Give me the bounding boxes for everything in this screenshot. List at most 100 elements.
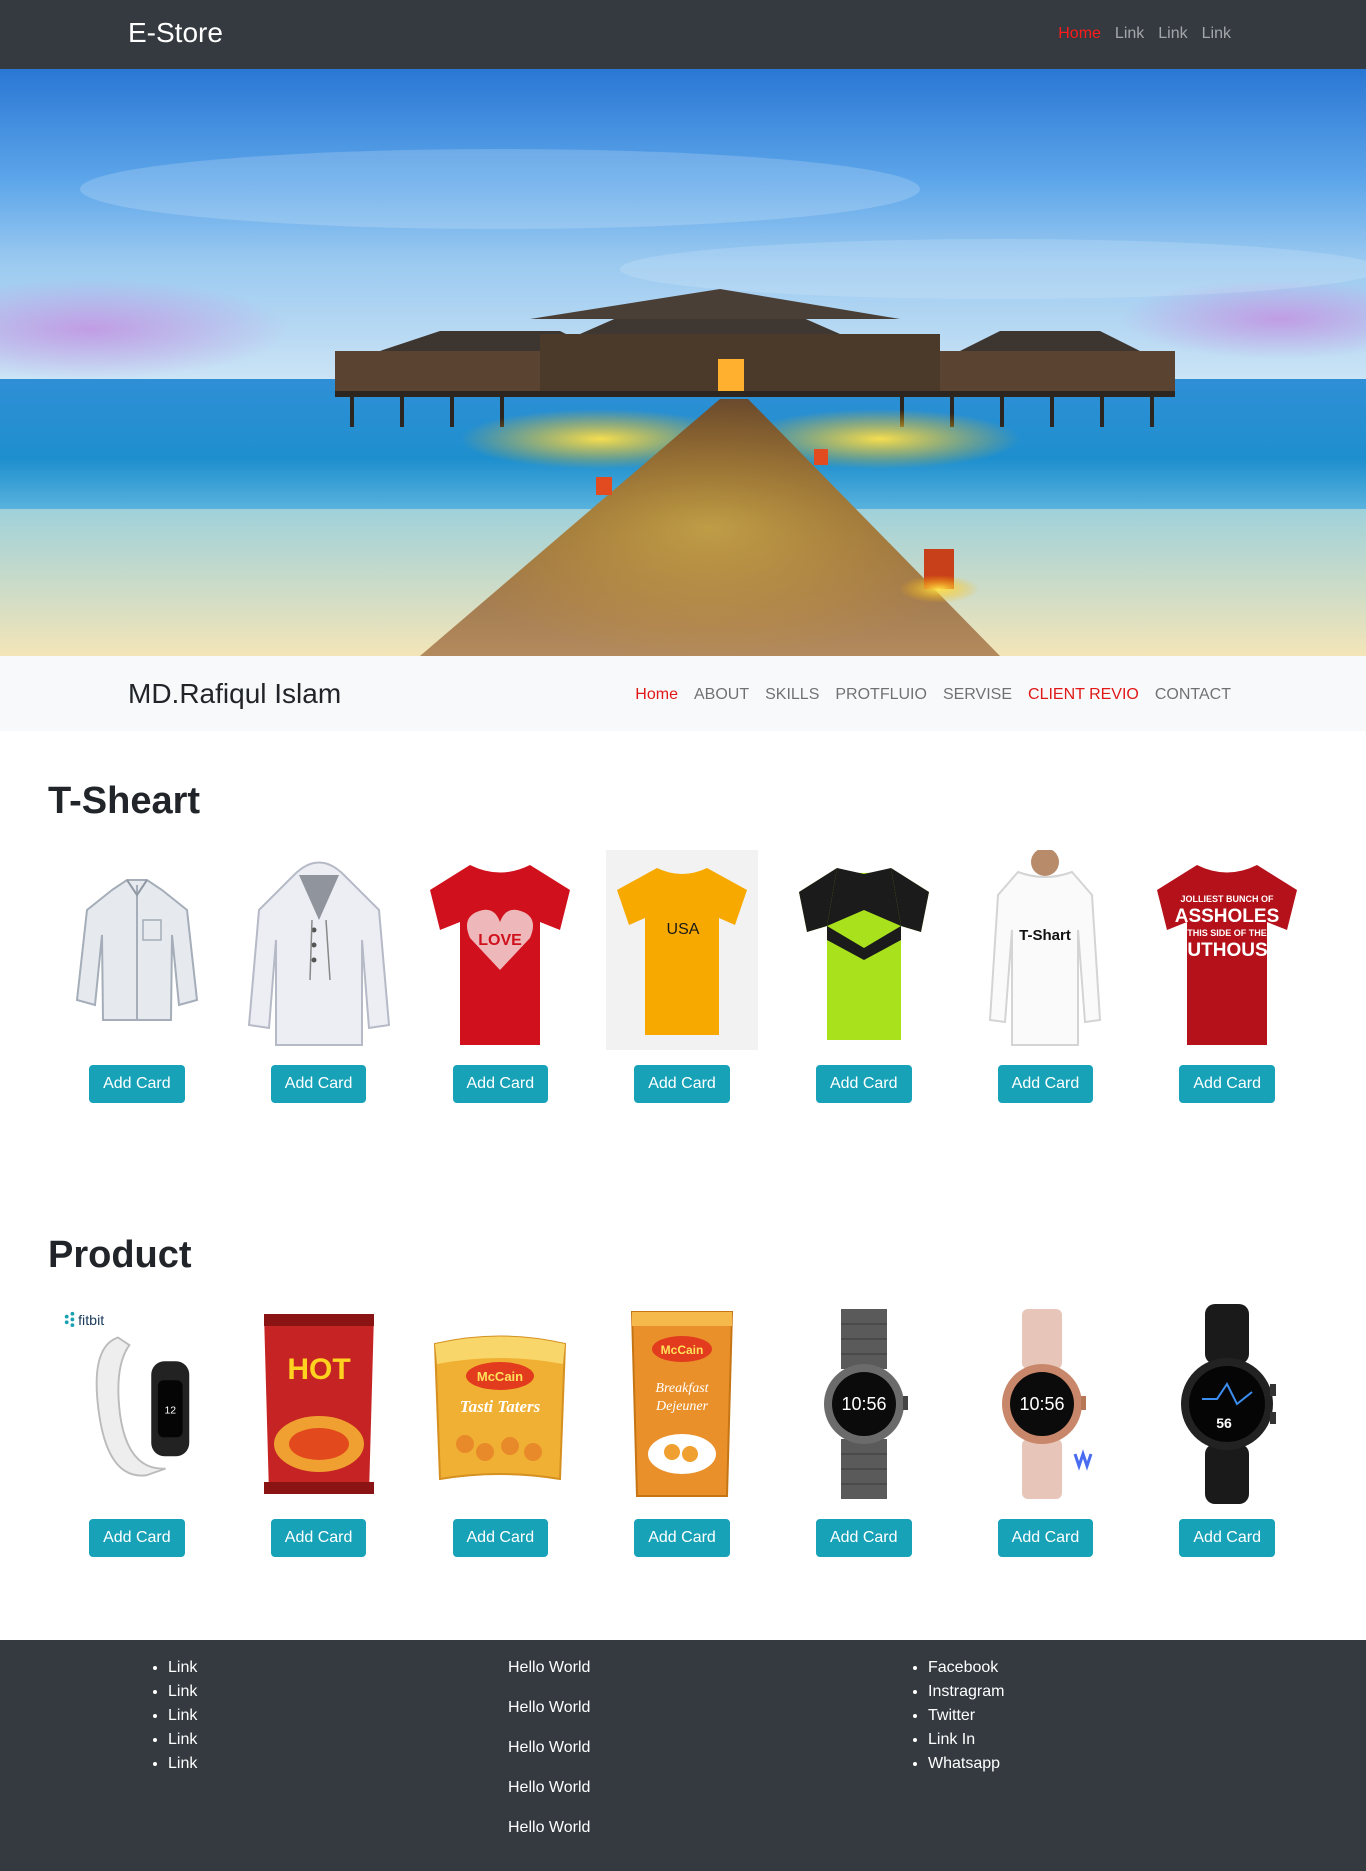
svg-text:LOVE: LOVE bbox=[479, 932, 523, 949]
product-card: JOLLIEST BUNCH OF ASSHOLES THIS SIDE OF … bbox=[1136, 850, 1318, 1103]
product-card: McCain Breakfast Dejeuner Add Card bbox=[591, 1304, 773, 1557]
product-card: T-Shart Add Card bbox=[955, 850, 1137, 1103]
product-card: Add Card bbox=[46, 850, 228, 1103]
nav-service[interactable]: SERVISE bbox=[943, 686, 1012, 704]
add-card-button[interactable]: Add Card bbox=[270, 1065, 367, 1103]
product-card: Add Card bbox=[773, 850, 955, 1103]
footer-text: Hello World bbox=[508, 1779, 591, 1796]
add-card-button[interactable]: Add Card bbox=[997, 1519, 1094, 1557]
svg-text:12: 12 bbox=[164, 1406, 176, 1417]
product-card: USA Add Card bbox=[591, 850, 773, 1103]
product-image-white-hoodie bbox=[243, 850, 395, 1050]
nav-portfolio[interactable]: PROTFLUIO bbox=[835, 686, 927, 704]
nav-about[interactable]: ABOUT bbox=[694, 686, 749, 704]
footer-link[interactable]: Link bbox=[168, 1752, 197, 1776]
add-card-button[interactable]: Add Card bbox=[89, 1065, 185, 1103]
product-card: 56 Add Card bbox=[1136, 1304, 1318, 1557]
product-card: McCain Tasti Taters Add Card bbox=[409, 1304, 591, 1557]
footer-link-twitter[interactable]: Twitter bbox=[928, 1704, 1004, 1728]
top-nav-links: Home Link Link Link bbox=[1058, 25, 1231, 43]
footer-link-facebook[interactable]: Facebook bbox=[928, 1656, 1004, 1680]
product-image-hot-chips-bag: HOT bbox=[243, 1304, 395, 1504]
secondary-nav-links: Home ABOUT SKILLS PROTFLUIO SERVISE CLIE… bbox=[635, 686, 1231, 704]
product-card: 10:56 Add Card bbox=[773, 1304, 955, 1557]
footer-link[interactable]: Link bbox=[168, 1704, 197, 1728]
svg-text:JOLLIEST BUNCH OF: JOLLIEST BUNCH OF bbox=[1181, 894, 1275, 904]
nav-contact[interactable]: CONTACT bbox=[1155, 686, 1231, 704]
product-image-mccain-breakfast: McCain Breakfast Dejeuner bbox=[606, 1304, 758, 1504]
footer-link-linkedin[interactable]: Link In bbox=[928, 1728, 1004, 1752]
product-image-red-love-tshirt: LOVE bbox=[424, 850, 576, 1050]
usa-print: USA bbox=[667, 921, 700, 938]
add-card-button[interactable]: Add Card bbox=[815, 1065, 912, 1103]
watch-time: 10:56 bbox=[841, 1394, 886, 1414]
add-card-button[interactable]: Add Card bbox=[815, 1519, 912, 1557]
product-image-smartwatch-black: 56 bbox=[1151, 1304, 1303, 1504]
add-card-button[interactable]: Add Card bbox=[270, 1519, 367, 1557]
add-card-button[interactable]: Add Card bbox=[634, 1065, 730, 1103]
mccain-logo: McCain bbox=[661, 1343, 704, 1357]
fitbit-logo: fitbit bbox=[78, 1313, 104, 1329]
product-card: 10:56 Add Card bbox=[955, 1304, 1137, 1557]
footer-link-whatsapp[interactable]: Whatsapp bbox=[928, 1752, 1004, 1776]
nav-client-review[interactable]: CLIENT REVIO bbox=[1028, 686, 1139, 704]
tshirt-section-title: T-Sheart bbox=[48, 780, 201, 822]
watch-time: 10:56 bbox=[1020, 1394, 1065, 1414]
footer-link-instagram[interactable]: Instragram bbox=[928, 1680, 1004, 1704]
product-image-mccain-tasti-taters: McCain Tasti Taters bbox=[424, 1304, 576, 1504]
svg-text:Dejeuner: Dejeuner bbox=[655, 1399, 709, 1414]
brand-logo[interactable]: E-Store bbox=[128, 17, 223, 49]
add-card-button[interactable]: Add Card bbox=[634, 1519, 730, 1557]
tshirt-row: Add Card Add Card LOVE Add Card USA Add … bbox=[46, 850, 1318, 1103]
nav-link-home[interactable]: Home bbox=[1058, 25, 1101, 43]
product-image-yellow-usa-tshirt: USA bbox=[606, 850, 759, 1050]
add-card-button[interactable]: Add Card bbox=[452, 1065, 549, 1103]
add-card-button[interactable]: Add Card bbox=[452, 1519, 549, 1557]
top-navbar: E-Store Home Link Link Link bbox=[0, 0, 1366, 69]
footer-link[interactable]: Link bbox=[168, 1656, 197, 1680]
footer-text: Hello World bbox=[508, 1699, 591, 1716]
product-image-fitbit-band: fitbit 12 bbox=[61, 1304, 213, 1504]
svg-text:Breakfast: Breakfast bbox=[655, 1381, 709, 1396]
footer: Link Link Link Link Link Hello World Hel… bbox=[0, 1640, 1366, 1871]
product-card: LOVE Add Card bbox=[409, 850, 591, 1103]
add-card-button[interactable]: Add Card bbox=[1179, 1065, 1275, 1103]
product-card: fitbit 12 Add Card bbox=[46, 1304, 228, 1557]
product-card: Add Card bbox=[228, 850, 410, 1103]
add-card-button[interactable]: Add Card bbox=[89, 1519, 185, 1557]
add-card-button[interactable]: Add Card bbox=[997, 1065, 1094, 1103]
svg-text:Tasti Taters: Tasti Taters bbox=[460, 1397, 541, 1416]
footer-social-list: Facebook Instragram Twitter Link In What… bbox=[928, 1656, 1004, 1776]
mccain-logo: McCain bbox=[477, 1369, 523, 1384]
watch-bpm: 56 bbox=[1216, 1415, 1232, 1431]
product-image-smartwatch-rose: 10:56 bbox=[969, 1304, 1121, 1504]
nav-link-1[interactable]: Link bbox=[1115, 25, 1144, 43]
product-card: HOT Add Card bbox=[228, 1304, 410, 1557]
svg-text:ASSHOLES: ASSHOLES bbox=[1175, 906, 1280, 927]
product-row: fitbit 12 Add Card HOT Add Card McCain T… bbox=[46, 1304, 1318, 1557]
svg-text:THIS SIDE OF THE: THIS SIDE OF THE bbox=[1187, 928, 1267, 938]
product-image-white-shirt bbox=[61, 850, 213, 1050]
product-image-smartwatch-steel: 10:56 bbox=[788, 1304, 940, 1504]
nav-home[interactable]: Home bbox=[635, 686, 678, 704]
add-card-button[interactable]: Add Card bbox=[1179, 1519, 1275, 1557]
nav-link-3[interactable]: Link bbox=[1202, 25, 1231, 43]
owner-name[interactable]: MD.Rafiqul Islam bbox=[128, 678, 341, 710]
product-image-green-jersey bbox=[788, 850, 940, 1050]
footer-text: Hello World bbox=[508, 1659, 591, 1676]
hero-banner bbox=[0, 69, 1366, 656]
footer-text: Hello World bbox=[508, 1819, 591, 1836]
footer-links-list: Link Link Link Link Link bbox=[168, 1656, 197, 1776]
product-section-title: Product bbox=[48, 1234, 192, 1276]
nav-link-2[interactable]: Link bbox=[1158, 25, 1187, 43]
nav-skills[interactable]: SKILLS bbox=[765, 686, 819, 704]
hero-image bbox=[0, 69, 1366, 656]
svg-text:NUTHOUSE: NUTHOUSE bbox=[1174, 940, 1281, 961]
footer-link[interactable]: Link bbox=[168, 1728, 197, 1752]
footer-link[interactable]: Link bbox=[168, 1680, 197, 1704]
secondary-navbar: MD.Rafiqul Islam Home ABOUT SKILLS PROTF… bbox=[0, 656, 1366, 731]
tshart-print: T-Shart bbox=[1020, 927, 1072, 944]
footer-text: Hello World bbox=[508, 1739, 591, 1756]
hot-label: HOT bbox=[287, 1353, 350, 1386]
footer-text-column: Hello World Hello World Hello World Hell… bbox=[508, 1656, 590, 1856]
